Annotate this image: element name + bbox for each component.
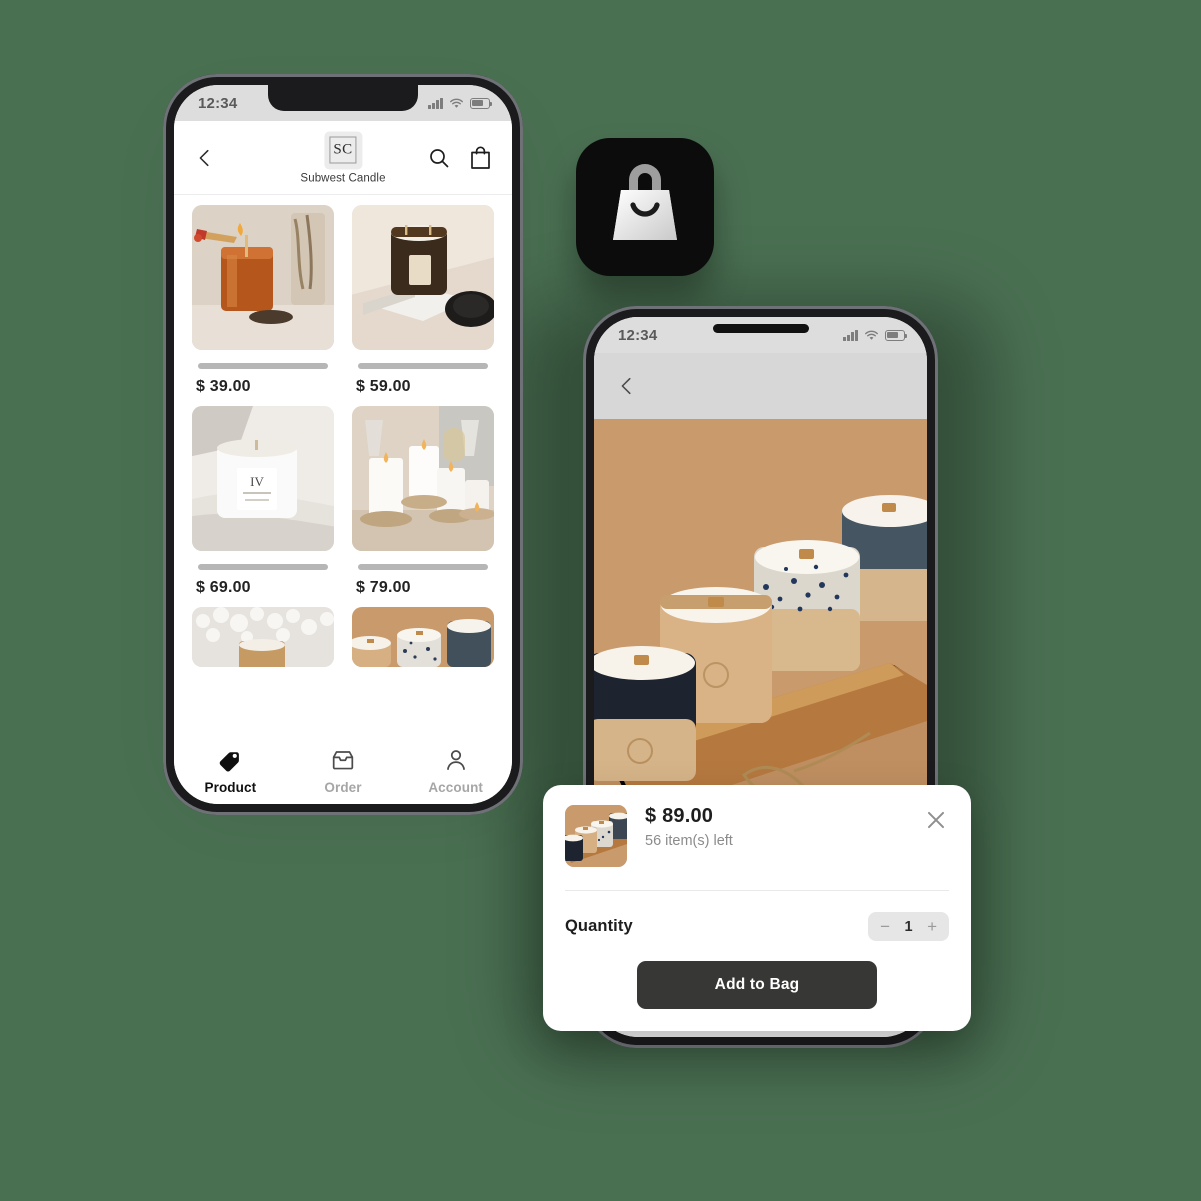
battery-icon bbox=[470, 97, 493, 109]
tab-label: Product bbox=[204, 780, 257, 795]
status-time: 12:34 bbox=[618, 326, 658, 344]
product-image-pillar-candles bbox=[352, 406, 494, 551]
bag-glyph-icon bbox=[613, 164, 677, 240]
product-card[interactable]: IV $ 69.00 bbox=[192, 406, 334, 597]
tab-order[interactable]: Order bbox=[287, 747, 400, 795]
add-to-bag-button[interactable]: Add to Bag bbox=[637, 961, 877, 1009]
battery-icon bbox=[885, 329, 908, 341]
phone2-notch bbox=[712, 324, 809, 333]
product-image-white-ceramic-candle: IV bbox=[192, 406, 334, 551]
product-card[interactable]: $ 39.00 bbox=[192, 205, 334, 396]
tab-label: Order bbox=[324, 780, 362, 795]
status-icon-group bbox=[843, 329, 908, 341]
header-actions bbox=[427, 145, 492, 170]
product-grid: $ 39.00 $ 59.00 IV $ 69.00 $ 79.00 bbox=[192, 205, 494, 667]
person-icon bbox=[446, 750, 465, 770]
title-placeholder bbox=[198, 564, 328, 570]
product-card[interactable]: $ 79.00 bbox=[352, 406, 494, 597]
product-image-dark-jar-candle bbox=[352, 205, 494, 350]
product-card[interactable]: $ 59.00 bbox=[352, 205, 494, 396]
phone1-notch bbox=[268, 85, 418, 111]
inbox-icon bbox=[332, 751, 354, 770]
tab-account[interactable]: Account bbox=[399, 747, 512, 795]
signal-icon bbox=[428, 97, 443, 109]
brand-name: Subwest Candle bbox=[300, 172, 386, 184]
search-icon[interactable] bbox=[427, 146, 451, 170]
sheet-product-thumbnail bbox=[565, 805, 627, 867]
product-image-blossom-candle bbox=[192, 607, 334, 667]
quantity-stepper: − 1 + bbox=[868, 912, 949, 941]
phone-product-list: 12:34 SC Subwest Candle $ 39.00 $ 59.00 … bbox=[163, 74, 523, 815]
quantity-row: Quantity − 1 + bbox=[565, 891, 949, 961]
add-to-bag-sheet: $ 89.00 56 item(s) left Quantity − 1 + A… bbox=[543, 785, 971, 1031]
product-price: $ 59.00 bbox=[356, 378, 411, 395]
chevron-left-icon[interactable] bbox=[616, 375, 638, 397]
bottom-tab-bar: Product Order Account bbox=[174, 738, 512, 804]
quantity-label: Quantity bbox=[565, 917, 633, 935]
product-price: $ 79.00 bbox=[356, 579, 411, 596]
sheet-price-block: $ 89.00 56 item(s) left bbox=[645, 805, 733, 849]
title-placeholder bbox=[198, 363, 328, 369]
brand-block: SC Subwest Candle bbox=[300, 131, 385, 184]
product-grid-scroll[interactable]: $ 39.00 $ 59.00 IV $ 69.00 $ 79.00 bbox=[174, 195, 512, 738]
phone2-detail-header bbox=[594, 353, 927, 419]
shopping-bag-app-icon[interactable] bbox=[576, 138, 714, 276]
status-time: 12:34 bbox=[198, 94, 238, 112]
quantity-value: 1 bbox=[904, 918, 913, 935]
wifi-icon bbox=[865, 330, 878, 340]
tag-icon bbox=[220, 752, 240, 772]
product-card[interactable] bbox=[352, 607, 494, 667]
chevron-left-icon[interactable] bbox=[194, 147, 216, 169]
product-image-amber-candle bbox=[192, 205, 334, 350]
wifi-icon bbox=[450, 98, 463, 108]
product-price: $ 39.00 bbox=[196, 378, 251, 395]
status-icon-group bbox=[428, 97, 493, 109]
sheet-header: $ 89.00 56 item(s) left bbox=[565, 805, 949, 867]
phone2-status-bar: 12:34 bbox=[594, 317, 927, 353]
product-price: $ 69.00 bbox=[196, 579, 251, 596]
close-icon[interactable] bbox=[923, 807, 949, 833]
product-card[interactable] bbox=[192, 607, 334, 667]
shopping-bag-icon[interactable] bbox=[469, 145, 492, 170]
quantity-decrement-button[interactable]: − bbox=[880, 918, 890, 935]
title-placeholder bbox=[358, 363, 488, 369]
phone1-app-header: SC Subwest Candle bbox=[174, 121, 512, 195]
sheet-stock-count: 56 item(s) left bbox=[645, 833, 733, 849]
product-image-ceramic-candles bbox=[352, 607, 494, 667]
tab-label: Account bbox=[428, 780, 484, 795]
quantity-increment-button[interactable]: + bbox=[927, 918, 937, 935]
signal-icon bbox=[843, 329, 858, 341]
sheet-price: $ 89.00 bbox=[645, 805, 714, 827]
svg-text:IV: IV bbox=[250, 474, 264, 489]
composition-stage: 12:34 SC Subwest Candle $ 39.00 $ 59.00 … bbox=[0, 0, 1201, 1201]
brand-logo-text: SC bbox=[329, 136, 357, 164]
tab-product[interactable]: Product bbox=[174, 747, 287, 795]
brand-logo: SC bbox=[324, 131, 362, 169]
title-placeholder bbox=[358, 564, 488, 570]
